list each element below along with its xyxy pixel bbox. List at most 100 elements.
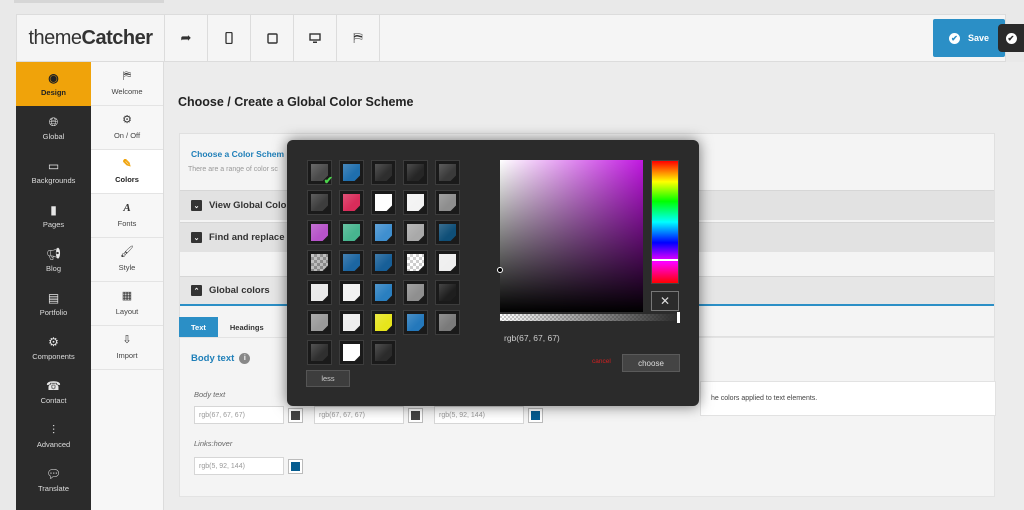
- subnav-item-on-off[interactable]: ⚙︎ On / Off: [91, 106, 163, 150]
- sidebar-item-advanced[interactable]: ⫶ Advanced: [16, 414, 91, 458]
- color-swatch[interactable]: [435, 310, 460, 335]
- color-field-links-hover[interactable]: rgb(5, 92, 144): [194, 457, 284, 475]
- sidebar-item-portfolio[interactable]: ▤ Portfolio: [16, 282, 91, 326]
- color-swatch[interactable]: [288, 408, 303, 423]
- sv-cursor[interactable]: [497, 267, 503, 273]
- cancel-link[interactable]: cancel: [592, 358, 611, 365]
- color-swatch[interactable]: [403, 280, 428, 305]
- hue-slider[interactable]: [651, 160, 679, 284]
- color-swatch[interactable]: [288, 459, 303, 474]
- color-swatch[interactable]: [339, 190, 364, 215]
- sidebar-item-translate[interactable]: 💬︎ Translate: [16, 458, 91, 502]
- field-label-body-text: Body text: [194, 390, 226, 399]
- subnav-item-label: Import: [116, 351, 138, 360]
- color-swatch[interactable]: [435, 280, 460, 305]
- color-swatch[interactable]: [307, 220, 332, 245]
- color-swatch[interactable]: [371, 340, 396, 365]
- color-swatch[interactable]: [403, 190, 428, 215]
- sidebar-item-pages[interactable]: ▮ Pages: [16, 194, 91, 238]
- swatch-fill: [375, 164, 392, 181]
- color-swatch[interactable]: [339, 160, 364, 185]
- sidebar-item-blog[interactable]: 📢︎ Blog: [16, 238, 91, 282]
- check-circle-icon: ✔: [948, 32, 960, 44]
- header-bar: theme Catcher ➦ ⛿ ✔ Save: [16, 14, 1006, 62]
- color-swatch[interactable]: [403, 220, 428, 245]
- sidebar-item-label: Global: [42, 131, 65, 141]
- swatch-fill: [343, 254, 360, 271]
- tablet-view-button[interactable]: [251, 15, 294, 61]
- subnav-item-layout[interactable]: ▦ Layout: [91, 282, 163, 326]
- subnav-item-style[interactable]: 🖌︎ Style: [91, 238, 163, 282]
- redo-button[interactable]: ➦: [165, 15, 208, 61]
- save-button[interactable]: ✔ Save: [933, 19, 1005, 57]
- color-swatch[interactable]: [339, 310, 364, 335]
- color-swatch[interactable]: [435, 250, 460, 275]
- color-swatch[interactable]: [371, 280, 396, 305]
- clear-color-button[interactable]: ✕: [651, 291, 679, 311]
- tab-headings[interactable]: Headings: [217, 317, 276, 337]
- sidebar-item-contact[interactable]: ☎︎ Contact: [16, 370, 91, 414]
- page-title: Choose / Create a Global Color Scheme: [178, 95, 414, 109]
- subnav-item-welcome[interactable]: ⛿ Welcome: [91, 62, 163, 106]
- sidebar-item-label: Contact: [40, 395, 67, 405]
- choose-button[interactable]: choose: [622, 354, 680, 372]
- color-swatch[interactable]: [528, 408, 543, 423]
- color-swatch[interactable]: [307, 340, 332, 365]
- help-text-box: he colors applied to text elements.: [700, 381, 996, 416]
- color-swatch[interactable]: [307, 250, 332, 275]
- swatch-fill: [291, 462, 300, 471]
- chat-icon: 💬︎: [45, 466, 62, 481]
- logo-bold: Catcher: [81, 26, 153, 49]
- side-toggle-button[interactable]: ✔: [998, 24, 1024, 52]
- color-swatch[interactable]: [435, 190, 460, 215]
- color-swatch[interactable]: [435, 220, 460, 245]
- color-swatch[interactable]: [339, 340, 364, 365]
- accordion-label: View Global Colo: [209, 200, 287, 211]
- color-swatch[interactable]: [371, 220, 396, 245]
- sidebar-item-components[interactable]: ⚙︎ Components: [16, 326, 91, 370]
- color-field-3[interactable]: rgb(5, 92, 144): [434, 406, 524, 424]
- swatch-fill: [375, 314, 392, 331]
- color-swatch[interactable]: [307, 310, 332, 335]
- info-icon[interactable]: i: [239, 353, 251, 364]
- accordion-label: Global colors: [209, 285, 270, 296]
- color-swatch[interactable]: ✔: [307, 160, 333, 187]
- sidebar-item-global[interactable]: 🌐︎ Global: [16, 106, 91, 150]
- sidebar-item-backgrounds[interactable]: ▭ Backgrounds: [16, 150, 91, 194]
- color-swatch[interactable]: [371, 160, 396, 185]
- color-swatch[interactable]: [307, 280, 332, 305]
- color-swatch[interactable]: [371, 250, 396, 275]
- themecatcher-logo[interactable]: theme Catcher: [17, 15, 165, 61]
- tab-text[interactable]: Text: [179, 317, 218, 337]
- main-sidebar: ◉ Design 🌐︎ Global ▭ Backgrounds ▮ Pages 📢︎ B…: [16, 62, 91, 510]
- subnav-item-fonts[interactable]: A Fonts: [91, 194, 163, 238]
- phone-icon: ☎︎: [46, 378, 61, 393]
- color-swatch[interactable]: [371, 310, 396, 335]
- color-swatch[interactable]: [403, 310, 428, 335]
- welcome-tour-button[interactable]: ⛿: [337, 15, 380, 61]
- swatch-fill: [407, 224, 424, 241]
- color-field-2[interactable]: rgb(67, 67, 67): [314, 406, 404, 424]
- color-swatch[interactable]: [339, 280, 364, 305]
- alpha-handle[interactable]: [677, 312, 680, 323]
- color-swatch[interactable]: [435, 160, 460, 185]
- color-swatch[interactable]: [307, 190, 332, 215]
- subnav-item-colors[interactable]: ✎ Colors: [91, 150, 163, 194]
- sidebar-item-label: Pages: [42, 219, 65, 229]
- saturation-value-area[interactable]: [497, 160, 643, 312]
- mobile-view-button[interactable]: [208, 15, 251, 61]
- hue-handle[interactable]: [652, 259, 678, 261]
- less-button[interactable]: less: [306, 370, 350, 387]
- sidebar-item-design[interactable]: ◉ Design: [16, 62, 91, 106]
- color-swatch[interactable]: [339, 220, 364, 245]
- color-swatch[interactable]: [408, 408, 423, 423]
- desktop-view-button[interactable]: [294, 15, 337, 61]
- color-swatch[interactable]: [339, 250, 364, 275]
- color-swatch[interactable]: [403, 250, 428, 275]
- color-field-body-text[interactable]: rgb(67, 67, 67): [194, 406, 284, 424]
- alpha-slider[interactable]: [500, 312, 680, 323]
- subnav-item-import[interactable]: ⇩ Import: [91, 326, 163, 370]
- color-swatch[interactable]: [403, 160, 428, 185]
- rgb-value-readout: rgb(67, 67, 67): [504, 333, 560, 343]
- color-swatch[interactable]: [371, 190, 396, 215]
